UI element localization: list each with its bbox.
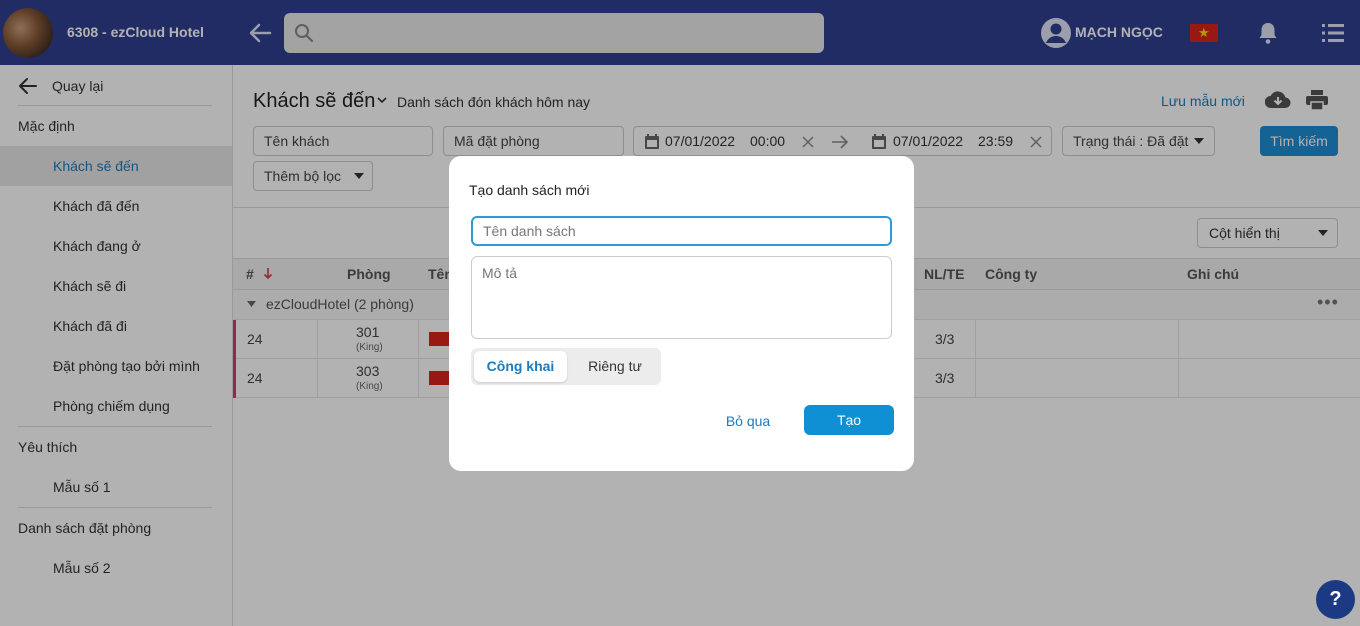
dialog-title: Tạo danh sách mới [469,182,590,198]
private-option[interactable]: Riêng tư [571,351,659,382]
create-button[interactable]: Tạo [804,405,894,435]
cancel-button[interactable]: Bỏ qua [717,409,779,433]
public-option[interactable]: Công khai [474,351,567,382]
help-button[interactable]: ? [1316,580,1355,619]
description-textarea[interactable]: Mô tả [471,256,892,339]
visibility-toggle: Công khai Riêng tư [471,348,661,385]
list-name-input[interactable]: Tên danh sách [471,216,892,246]
create-list-dialog: Tạo danh sách mới Tên danh sách Mô tả Cô… [449,156,914,471]
